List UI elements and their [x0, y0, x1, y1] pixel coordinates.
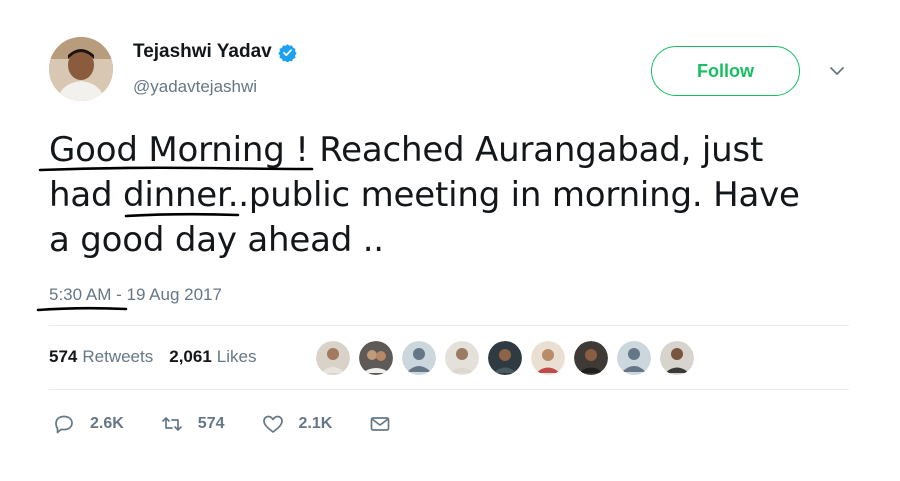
likes-stat[interactable]: 2,061 Likes	[169, 347, 256, 367]
divider-top	[49, 325, 849, 326]
avatar[interactable]	[49, 37, 113, 101]
likes-label: Likes	[216, 347, 257, 366]
liker-avatar[interactable]	[660, 341, 694, 375]
liker-avatar[interactable]	[617, 341, 651, 375]
verified-badge-icon	[278, 43, 297, 63]
retweet-action[interactable]: 574	[160, 412, 225, 436]
timestamp-date[interactable]: 19 Aug 2017	[126, 285, 221, 304]
likes-count: 2,061	[169, 347, 212, 366]
tweet-timestamp[interactable]: 5:30 AM - 19 Aug 2017	[49, 285, 222, 305]
liker-avatar[interactable]	[488, 341, 522, 375]
follow-button[interactable]: Follow	[651, 46, 800, 96]
liker-avatar[interactable]	[402, 341, 436, 375]
liker-facepile	[316, 341, 703, 375]
like-icon[interactable]	[261, 412, 285, 436]
tweet-line-3: a good day ahead ..	[49, 220, 384, 260]
tweet-line-2: had dinner..public meeting in morning. H…	[49, 175, 800, 215]
liker-avatar[interactable]	[316, 341, 350, 375]
message-action[interactable]	[368, 412, 406, 436]
user-handle[interactable]: @yadavtejashwi	[133, 77, 257, 97]
chevron-down-icon[interactable]	[826, 60, 848, 82]
tweet-dinner-word: dinner	[122, 175, 228, 215]
tweet-line-1: Good Morning ! Reached Aurangabad, just	[49, 130, 764, 170]
tweet-greeting: Good Morning	[49, 130, 285, 170]
reply-action[interactable]: 2.6K	[52, 412, 124, 436]
tweet-card: Tejashwi Yadav @yadavtejashwi Follow Goo…	[0, 0, 900, 481]
liker-avatar[interactable]	[359, 341, 393, 375]
timestamp-time[interactable]: 5:30 AM	[49, 285, 111, 304]
retweets-count: 574	[49, 347, 78, 366]
reply-count: 2.6K	[90, 415, 124, 432]
divider-bottom	[49, 389, 849, 390]
retweets-stat[interactable]: 574 Retweets	[49, 347, 153, 367]
retweet-icon[interactable]	[160, 412, 184, 436]
liker-avatar[interactable]	[531, 341, 565, 375]
like-count: 2.1K	[298, 415, 333, 432]
retweet-count: 574	[197, 415, 225, 432]
message-icon[interactable]	[368, 412, 392, 436]
liker-avatar[interactable]	[574, 341, 608, 375]
liker-avatar[interactable]	[445, 341, 479, 375]
engagement-stats: 574 Retweets 2,061 Likes	[49, 347, 272, 367]
retweets-label: Retweets	[82, 347, 154, 366]
reply-icon[interactable]	[52, 412, 76, 436]
like-action[interactable]: 2.1K	[261, 412, 333, 436]
display-name[interactable]: Tejashwi Yadav	[133, 41, 272, 63]
tweet-actions: 2.6K 574 2.1K	[52, 412, 442, 436]
tweet-text: Good Morning ! Reached Aurangabad, just …	[49, 128, 849, 263]
